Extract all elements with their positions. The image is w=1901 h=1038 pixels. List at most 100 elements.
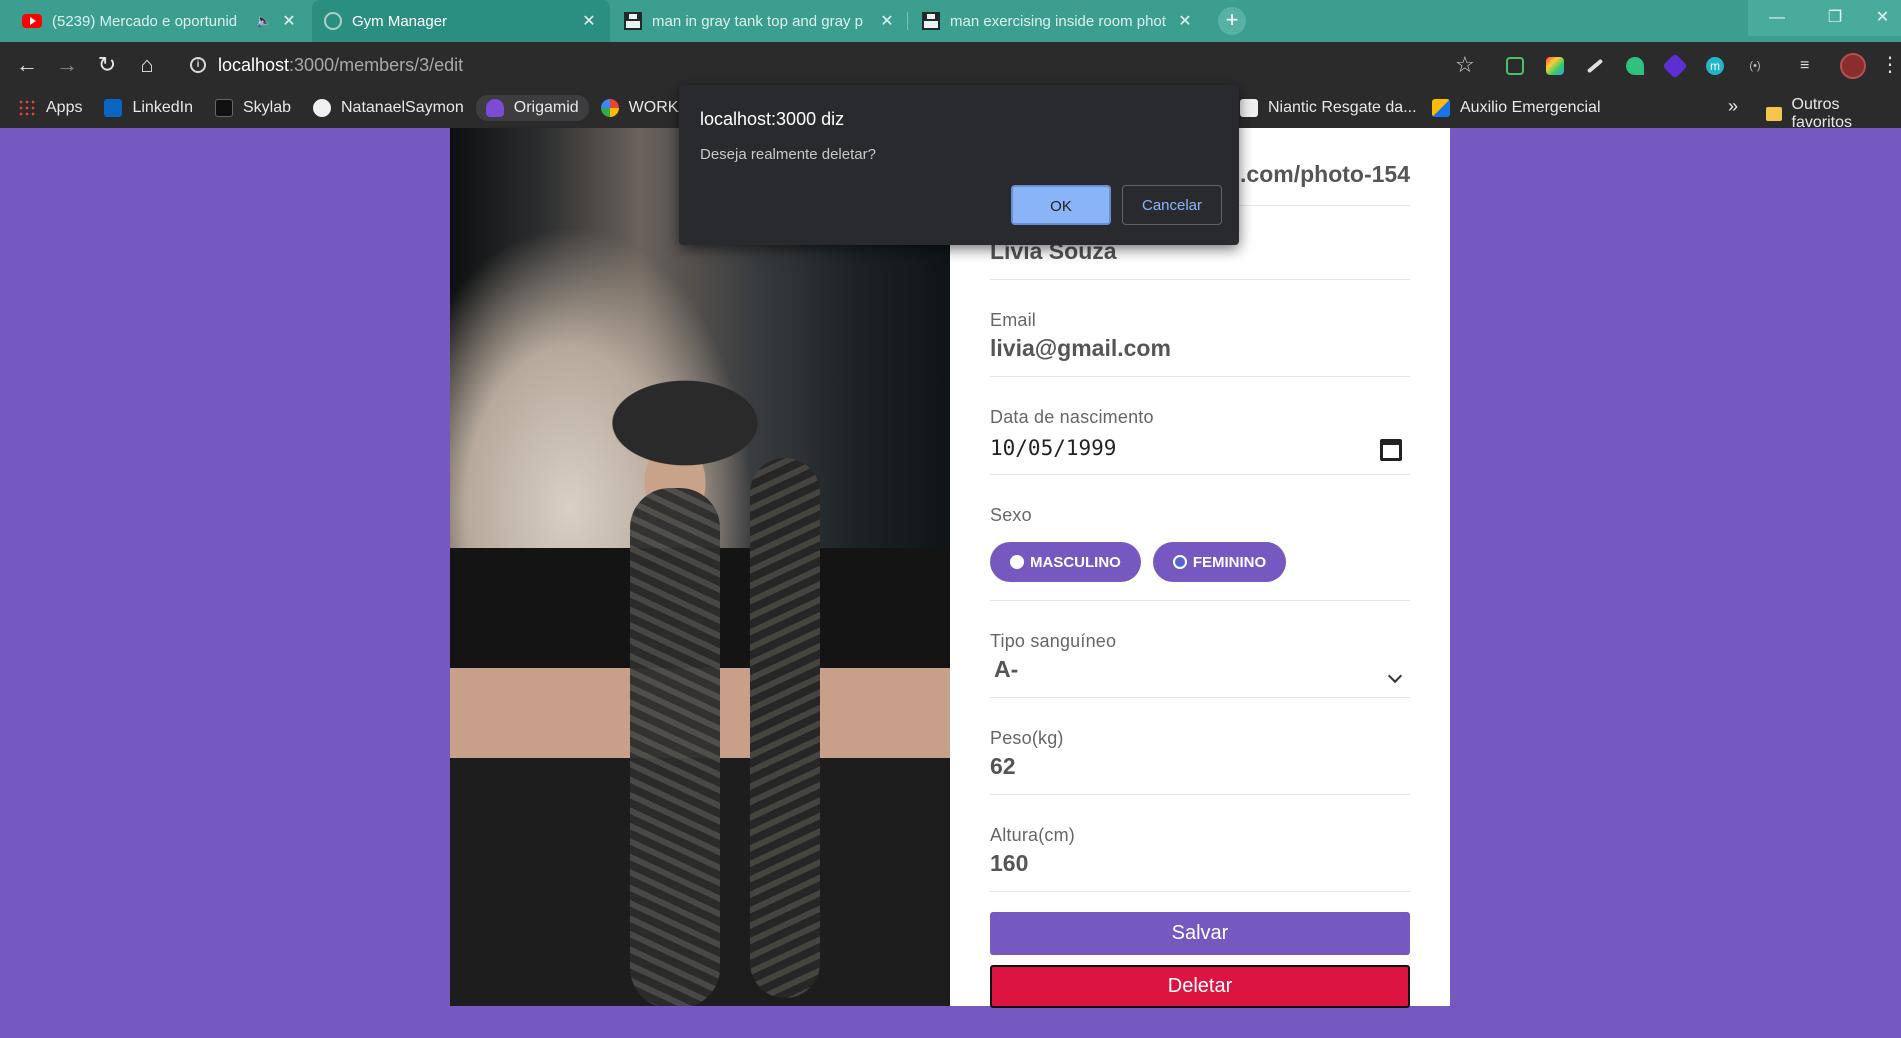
github-icon	[313, 99, 331, 117]
info-icon[interactable]: i	[190, 57, 206, 73]
linkedin-icon	[104, 99, 123, 117]
youtube-icon	[22, 14, 42, 28]
broadcast-extension-icon[interactable]: (•)	[1746, 57, 1764, 75]
back-icon[interactable]: ←	[12, 50, 42, 80]
media-queue-icon[interactable]: ≡	[1800, 57, 1818, 75]
tab-title: (5239) Mercado e oportunid	[52, 12, 238, 30]
photo-rope-detail	[750, 458, 820, 998]
skylab-icon	[214, 99, 233, 117]
other-bookmarks[interactable]: Outros favoritos	[1766, 96, 1901, 132]
tab-unsplash-2[interactable]: man exercising inside room phot ✕	[910, 0, 1206, 42]
bookmark-github[interactable]: NatanaelSaymon	[313, 99, 464, 117]
profile-avatar[interactable]	[1840, 53, 1866, 79]
auxilio-icon	[1432, 99, 1450, 117]
weight-field[interactable]: Peso(kg) 62	[990, 698, 1410, 795]
bookmark-label: Skylab	[242, 99, 291, 116]
dialog-message: Deseja realmente deletar?	[700, 146, 876, 163]
photo-rope-detail	[630, 488, 720, 1006]
screenshot-extension-icon[interactable]	[1506, 57, 1524, 75]
save-button[interactable]: Salvar	[990, 912, 1410, 955]
url-path: :3000/members/3/edit	[289, 54, 464, 75]
gender-female-label: FEMININO	[1192, 553, 1267, 571]
close-window-button[interactable]: ✕	[1864, 0, 1901, 36]
email-field[interactable]: Email livia@gmail.com	[990, 280, 1410, 377]
birth-date-label: Data de nascimento	[990, 407, 1154, 427]
speaker-icon[interactable]: 🔈	[256, 13, 272, 29]
bookmark-label: Apps	[46, 99, 83, 116]
bookmark-label: LinkedIn	[132, 99, 193, 116]
bookmark-label: Niantic Resgate da...	[1268, 99, 1417, 116]
blood-type-label: Tipo sanguíneo	[990, 631, 1117, 651]
home-icon[interactable]: ⌂	[132, 50, 162, 80]
gender-female-radio[interactable]: FEMININO	[1152, 542, 1287, 582]
url-host: localhost	[218, 54, 290, 75]
bookmark-star-icon[interactable]: ☆	[1455, 52, 1475, 78]
tab-close-icon[interactable]: ✕	[878, 11, 896, 31]
member-card: n.com/photo-154 Lívia Souza Email livia@…	[450, 128, 1450, 1008]
tab-youtube[interactable]: (5239) Mercado e oportunid 🔈 ✕	[10, 0, 310, 42]
birth-date-value: 10/05/1999	[990, 436, 1117, 460]
radio-selected-icon	[1172, 555, 1187, 569]
radio-unselected-icon	[1010, 555, 1024, 569]
height-label: Altura(cm)	[990, 825, 1076, 845]
bookmark-linkedin[interactable]: LinkedIn	[104, 99, 193, 117]
bookmark-skylab[interactable]: Skylab	[214, 99, 291, 117]
dialog-cancel-button[interactable]: Cancelar	[1122, 185, 1222, 225]
delete-button[interactable]: Deletar	[990, 965, 1410, 1008]
bookmark-niantic[interactable]: Niantic Resgate da...	[1240, 99, 1417, 117]
address-bar[interactable]: i localhost :3000/members/3/edit	[176, 48, 1476, 82]
avatar-url-value: n.com/photo-154	[1225, 161, 1410, 187]
apps-grid-icon	[18, 99, 36, 117]
birth-date-field[interactable]: Data de nascimento 10/05/1999	[990, 377, 1410, 475]
gender-radio-group: MASCULINO FEMININO	[990, 542, 1410, 582]
weight-value: 62	[990, 753, 1016, 779]
m-extension-icon[interactable]: m	[1706, 57, 1724, 75]
reload-icon[interactable]: ↻	[92, 50, 122, 80]
gender-male-label: MASCULINO	[1030, 553, 1121, 571]
bookmarks-overflow-icon[interactable]: »	[1728, 96, 1738, 117]
dialog-ok-button[interactable]: OK	[1011, 185, 1111, 225]
tab-close-icon[interactable]: ✕	[580, 11, 598, 31]
bookmark-auxilio[interactable]: Auxilio Emergencial	[1432, 99, 1601, 117]
blood-type-value: A-	[994, 656, 1019, 682]
new-tab-button[interactable]: +	[1218, 7, 1246, 35]
globe-icon	[324, 12, 342, 30]
gender-label: Sexo	[990, 505, 1032, 525]
unsplash-icon	[922, 12, 940, 30]
height-value: 160	[990, 850, 1029, 876]
gender-field: Sexo MASCULINO FEMININO	[990, 475, 1410, 601]
minimize-button[interactable]: —	[1748, 0, 1806, 36]
tab-title: man exercising inside room phot	[950, 12, 1166, 30]
tab-close-icon[interactable]: ✕	[1176, 11, 1194, 31]
forward-icon[interactable]: →	[52, 50, 82, 80]
bookmark-label: Origamid	[513, 99, 579, 116]
weight-label: Peso(kg)	[990, 728, 1064, 748]
leaf-extension-icon[interactable]	[1626, 57, 1644, 75]
unsplash-icon	[624, 12, 642, 30]
origamid-icon	[485, 99, 504, 117]
tab-gym-manager[interactable]: Gym Manager ✕	[312, 0, 610, 42]
member-photo	[450, 128, 950, 1006]
bookmark-label: NatanaelSaymon	[341, 99, 464, 116]
other-bookmarks-label: Outros favoritos	[1791, 96, 1852, 131]
bookmark-label: Auxilio Emergencial	[1460, 99, 1601, 116]
dialog-title: localhost:3000 diz	[700, 109, 845, 129]
tab-close-icon[interactable]: ✕	[280, 11, 298, 31]
calendar-icon[interactable]	[1380, 439, 1402, 461]
bookmark-apps[interactable]: Apps	[18, 99, 82, 117]
browser-menu-icon[interactable]: ⋮	[1880, 52, 1900, 77]
confirm-dialog: localhost:3000 diz Deseja realmente dele…	[679, 85, 1239, 245]
bookmark-origamid[interactable]: Origamid	[475, 95, 589, 121]
email-label: Email	[990, 310, 1037, 330]
color-extension-icon[interactable]	[1546, 57, 1564, 75]
email-value: livia@gmail.com	[990, 335, 1171, 361]
pen-extension-icon[interactable]	[1586, 58, 1604, 74]
gender-male-radio[interactable]: MASCULINO	[990, 542, 1141, 582]
height-field[interactable]: Altura(cm) 160	[990, 795, 1410, 892]
folder-icon	[1766, 107, 1782, 121]
restore-button[interactable]: ❐	[1806, 0, 1864, 36]
browser-toolbar: ← → ↻ ⌂ i localhost :3000/members/3/edit…	[0, 42, 1901, 88]
tab-unsplash-1[interactable]: man in gray tank top and gray p ✕	[612, 0, 908, 42]
diamond-extension-icon[interactable]	[1662, 53, 1688, 79]
blood-type-select[interactable]: Tipo sanguíneo A-	[990, 601, 1410, 698]
